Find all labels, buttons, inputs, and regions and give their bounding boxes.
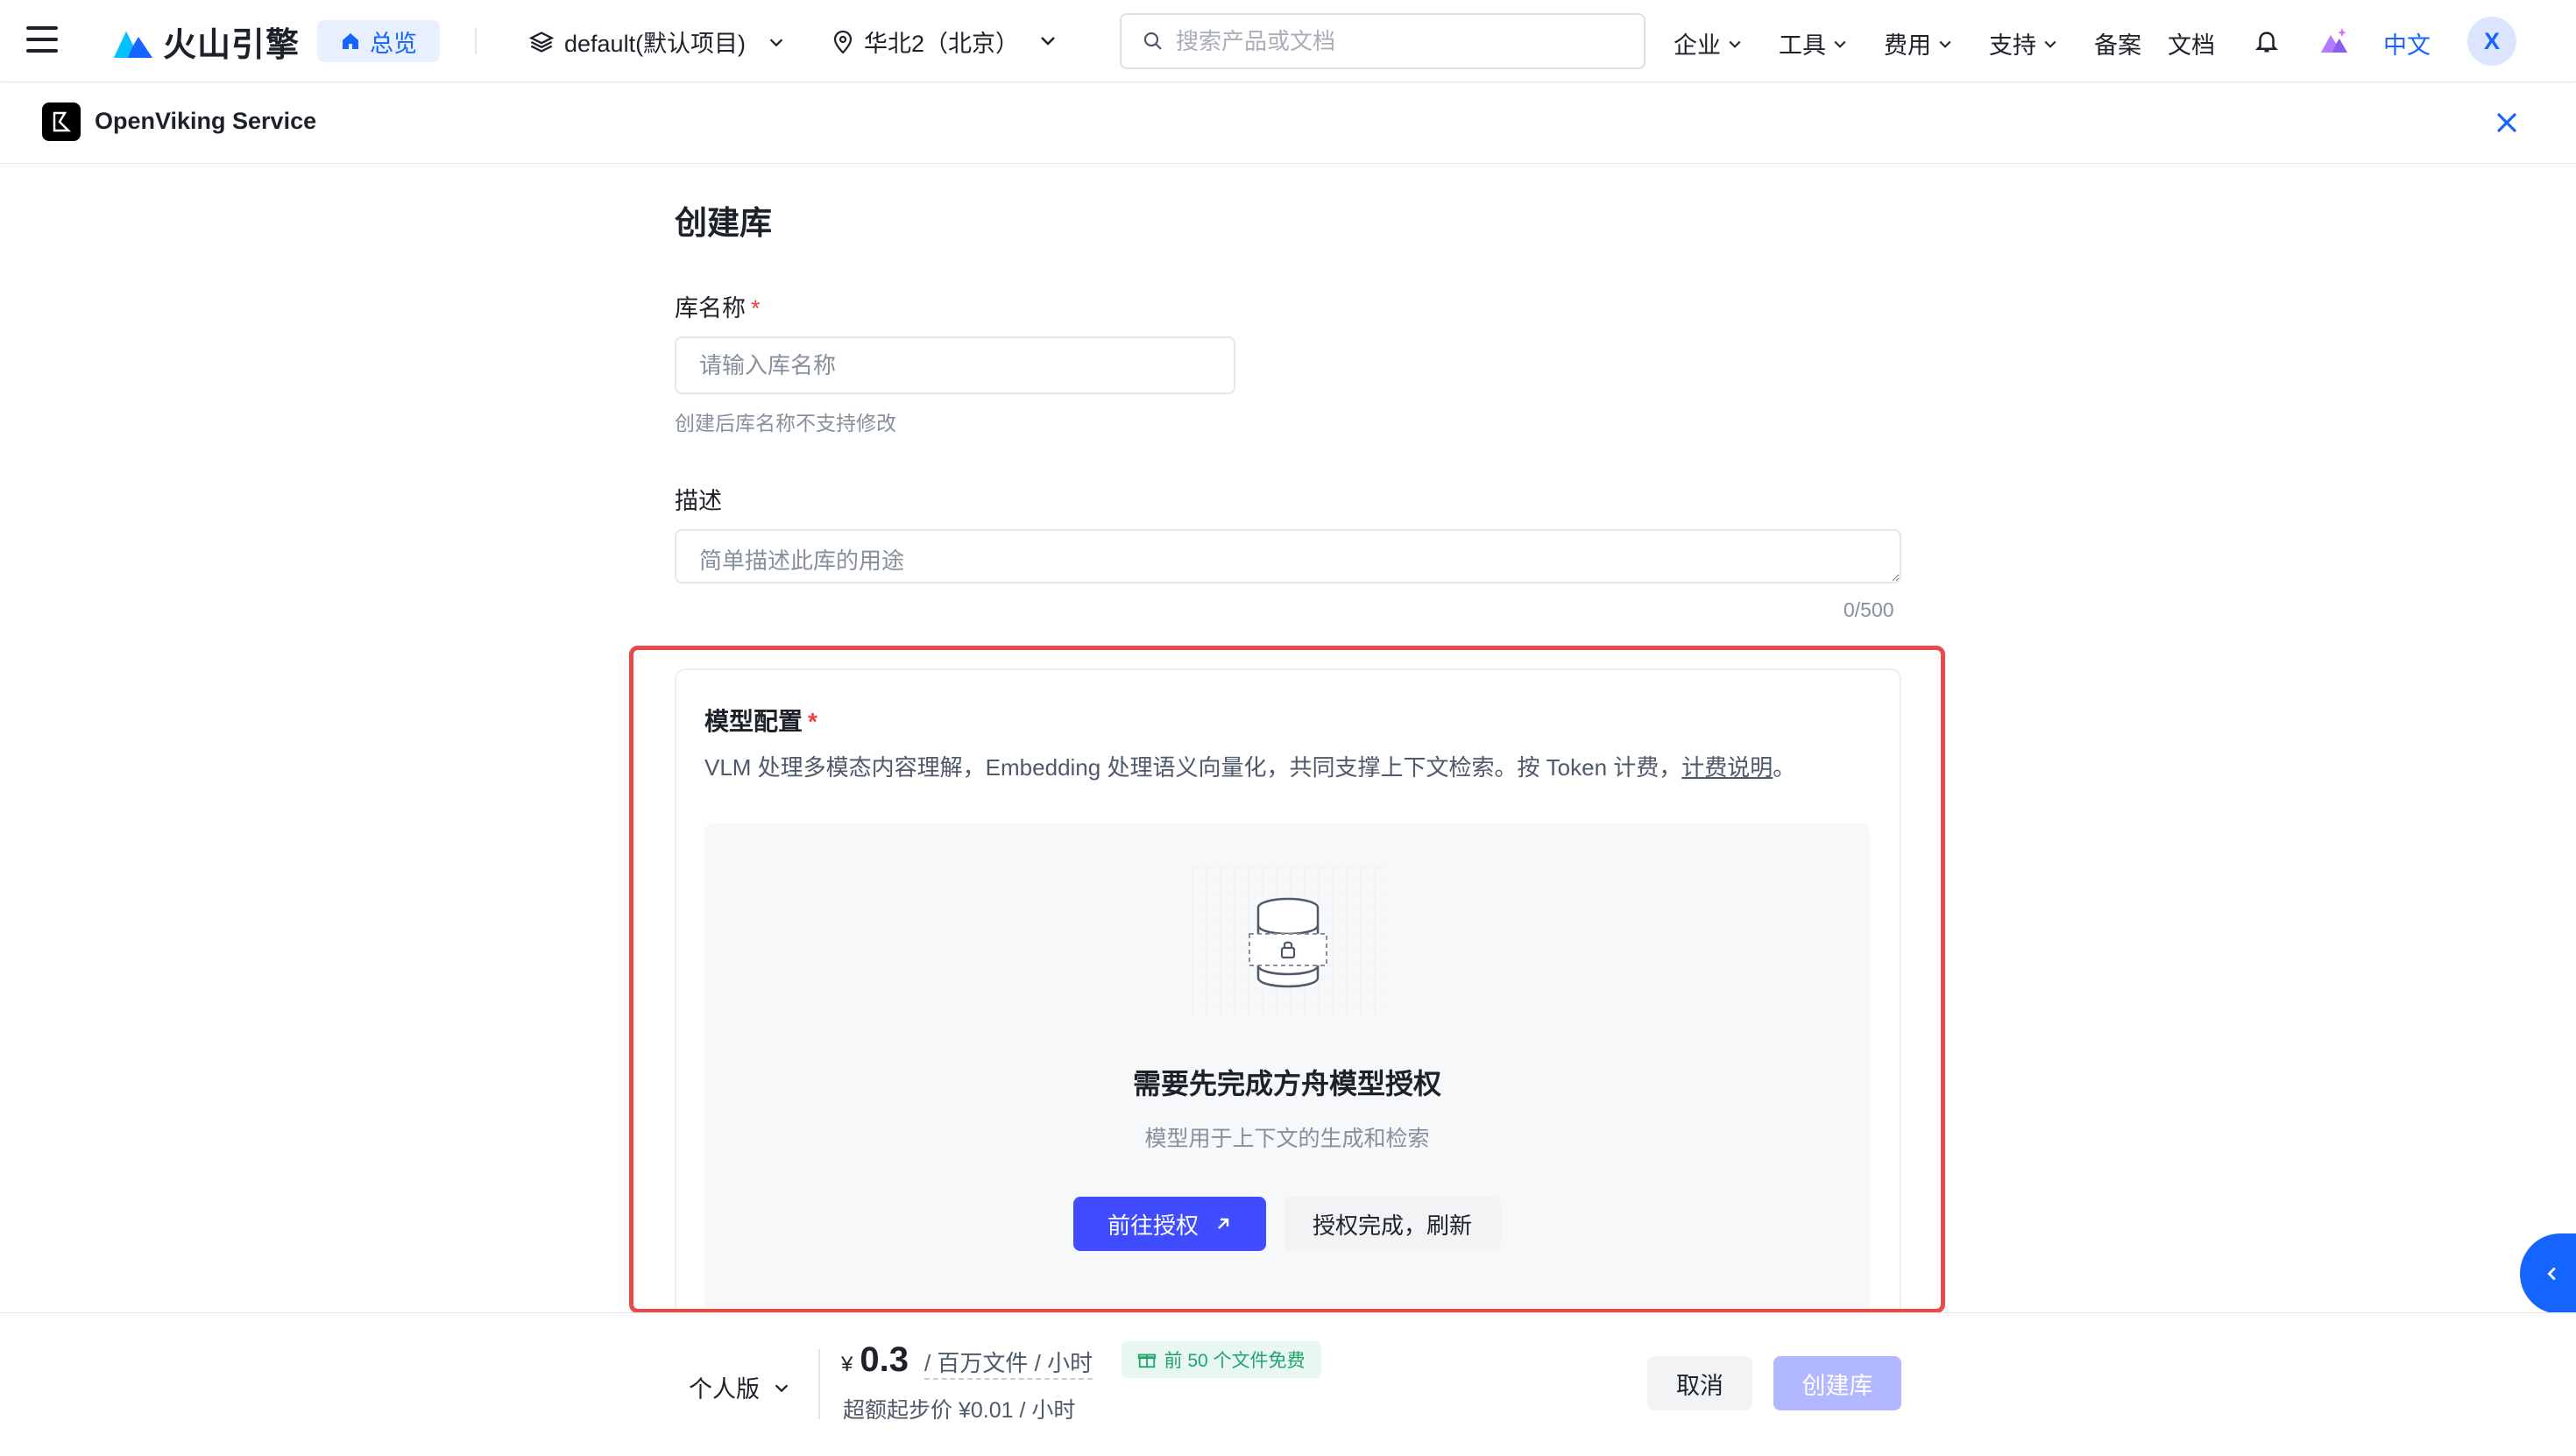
chevron-down-icon: [2044, 40, 2056, 48]
chevron-down-icon: [1939, 40, 1951, 48]
nav-filing[interactable]: 备案: [2094, 26, 2141, 60]
top-navigation-bar: 火山引擎 总览 default(默认项目) 华北2（北京） 搜索产品或文档 企业…: [0, 0, 2576, 82]
nav-label: 企业: [1674, 32, 1721, 59]
nav-tools[interactable]: 工具: [1779, 26, 1849, 60]
volcano-logo-icon: [114, 31, 152, 58]
nav-label: 工具: [1779, 32, 1826, 59]
service-logo-icon: [42, 102, 81, 141]
cancel-button[interactable]: 取消: [1647, 1356, 1752, 1410]
project-selector[interactable]: default(默认项目): [529, 25, 786, 59]
region-name: 华北2（北京）: [864, 31, 1020, 57]
nav-label: 支持: [1989, 32, 2036, 59]
currency-symbol: ¥: [841, 1353, 853, 1376]
bell-icon[interactable]: [2254, 28, 2280, 54]
free-quota-badge: 前 50 个文件免费: [1122, 1341, 1321, 1378]
brand-logo[interactable]: 火山引擎: [112, 18, 300, 66]
chevron-down-icon: [769, 38, 783, 46]
side-panel-toggle[interactable]: [2520, 1233, 2576, 1314]
close-icon[interactable]: [2494, 110, 2520, 136]
chevron-down-icon: [1729, 40, 1741, 48]
nav-label: 备案: [2094, 32, 2141, 59]
char-counter: 0/500: [1844, 598, 1894, 621]
menu-icon[interactable]: [26, 26, 58, 56]
home-overview-button[interactable]: 总览: [317, 20, 440, 62]
home-icon: [343, 33, 358, 49]
required-asterisk: *: [751, 295, 761, 322]
name-hint: 创建后库名称不支持修改: [675, 412, 896, 435]
search-box[interactable]: [1120, 13, 1645, 69]
name-label-text: 库名称: [675, 295, 746, 322]
nav-support[interactable]: 支持: [1989, 26, 2059, 60]
plan-selector[interactable]: 个人版: [689, 1370, 791, 1404]
gift-icon: [1138, 1354, 1157, 1368]
chevron-left-icon: [2547, 1267, 2556, 1281]
description-textarea[interactable]: [675, 529, 1901, 583]
project-name: default(默认项目): [564, 31, 747, 57]
nav-docs[interactable]: 文档: [2168, 26, 2215, 60]
search-icon: [1143, 32, 1162, 50]
divider: [818, 1349, 820, 1419]
chevron-down-icon[interactable]: [1037, 30, 1058, 51]
avatar[interactable]: X: [2467, 17, 2516, 66]
search-input[interactable]: [1176, 27, 1614, 55]
plan-label: 个人版: [689, 1376, 760, 1403]
nav-billing[interactable]: 费用: [1884, 26, 1954, 60]
home-label: 总览: [370, 30, 417, 57]
name-field-label: 库名称 *: [675, 289, 761, 323]
chevron-down-icon: [775, 1383, 789, 1392]
service-header: OpenViking Service: [0, 83, 2576, 164]
layers-icon: [529, 31, 554, 53]
language-switch[interactable]: 中文: [2383, 26, 2431, 60]
free-quota-text: 前 50 个文件免费: [1164, 1351, 1306, 1371]
service-name: OpenViking Service: [95, 108, 317, 134]
location-pin-icon: [833, 30, 853, 54]
brand-name: 火山引擎: [163, 27, 301, 64]
price-row: ¥ 0.3 / 百万文件 / 小时: [841, 1340, 1093, 1380]
divider: [475, 28, 477, 54]
footer-bar: [0, 1312, 2576, 1456]
annotation-highlight-box: [629, 646, 1945, 1313]
nav-enterprise[interactable]: 企业: [1674, 26, 1744, 60]
ai-assistant-icon[interactable]: [2318, 25, 2350, 56]
page-title: 创建库: [675, 205, 772, 241]
price-unit: / 百万文件 / 小时: [924, 1346, 1093, 1380]
description-label: 描述: [675, 488, 722, 514]
price-value: 0.3: [860, 1340, 909, 1379]
nav-label: 费用: [1884, 32, 1931, 59]
region-selector[interactable]: 华北2（北京）: [832, 25, 1019, 59]
library-name-input[interactable]: [675, 336, 1235, 394]
nav-label: 文档: [2168, 32, 2215, 59]
chevron-down-icon: [1834, 40, 1846, 48]
overage-price: 超额起步价 ¥0.01 / 小时: [843, 1398, 1076, 1423]
create-library-button[interactable]: 创建库: [1773, 1356, 1901, 1410]
